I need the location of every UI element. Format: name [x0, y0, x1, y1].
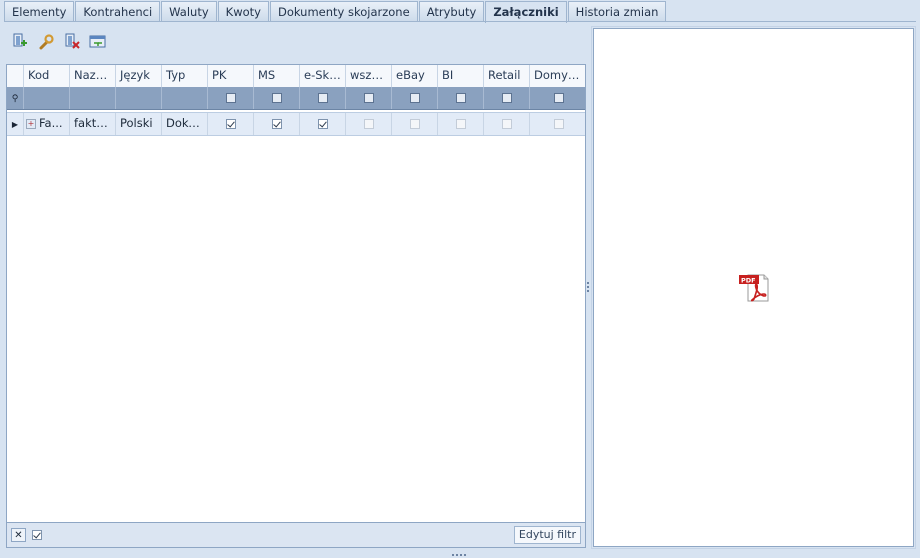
cell-nazwa[interactable]: faktura	[70, 113, 116, 135]
delete-attachment-icon	[64, 33, 80, 54]
filter-cell-wszys[interactable]	[346, 87, 392, 109]
tab-bar: Elementy Kontrahenci Waluty Kwoty Dokume…	[4, 1, 667, 23]
cell-retail	[484, 113, 530, 135]
column-header-nazwa[interactable]: Nazwa	[70, 65, 116, 87]
filter-row-indicator: ⚲	[7, 87, 24, 109]
filter-cell-pk[interactable]	[208, 87, 254, 109]
column-header-ms[interactable]: MS	[254, 65, 300, 87]
vertical-splitter-handle[interactable]	[587, 280, 590, 294]
attachment-preview: PDF	[593, 28, 914, 547]
ebay-checkbox	[409, 118, 420, 129]
close-icon: ✕	[14, 530, 23, 541]
filter-checkbox[interactable]	[409, 92, 420, 103]
retail-checkbox	[501, 118, 512, 129]
column-header-pk[interactable]: PK	[208, 65, 254, 87]
column-header-jezyk[interactable]: Język	[116, 65, 162, 87]
column-header-retail[interactable]: Retail	[484, 65, 530, 87]
table-row[interactable]: ▶ + Fa... faktura Polski Doku...	[7, 112, 585, 136]
cell-wszys	[346, 113, 392, 135]
add-attachment-icon	[12, 33, 28, 54]
filter-cell-retail[interactable]	[484, 87, 530, 109]
tab-kwoty[interactable]: Kwoty	[217, 1, 269, 21]
tab-panel-border	[4, 21, 916, 22]
tab-elementy[interactable]: Elementy	[4, 1, 75, 21]
wrench-icon	[38, 33, 54, 53]
bi-checkbox	[455, 118, 466, 129]
horizontal-splitter-handle[interactable]	[452, 554, 468, 557]
filter-cell-jezyk[interactable]	[116, 87, 162, 109]
cell-domyslny	[530, 113, 585, 135]
filter-checkbox[interactable]	[455, 92, 466, 103]
pdf-file-icon[interactable]: PDF	[738, 273, 770, 303]
filter-cell-typ[interactable]	[162, 87, 208, 109]
filter-pin-icon: ⚲	[11, 94, 19, 104]
filter-checkbox[interactable]	[225, 92, 236, 103]
edit-attachment-button[interactable]	[36, 33, 56, 53]
clear-filter-button[interactable]: ✕	[11, 528, 26, 542]
filter-cell-e-sklep[interactable]	[300, 87, 346, 109]
tab-waluty[interactable]: Waluty	[161, 1, 217, 21]
cell-ebay	[392, 113, 438, 135]
refresh-view-button[interactable]	[88, 33, 108, 53]
column-header-wszys[interactable]: wszys...	[346, 65, 392, 87]
attachments-grid: Kod Nazwa Język Typ PK MS e-Sklep wszys.…	[6, 64, 586, 548]
column-header-kod[interactable]: Kod	[24, 65, 70, 87]
attachments-toolbar	[10, 31, 108, 55]
expand-plus-icon[interactable]: +	[26, 118, 36, 129]
grid-footer: ✕ Edytuj filtr	[6, 522, 586, 548]
column-header-domyslny[interactable]: Domyślny	[530, 65, 585, 87]
filter-cell-nazwa[interactable]	[70, 87, 116, 109]
filter-cell-ms[interactable]	[254, 87, 300, 109]
cell-jezyk[interactable]: Polski	[116, 113, 162, 135]
cell-typ[interactable]: Doku...	[162, 113, 208, 135]
delete-attachment-button[interactable]	[62, 33, 82, 53]
cell-pk[interactable]	[208, 113, 254, 135]
ms-checkbox[interactable]	[271, 118, 282, 129]
cell-kod-value: Fa...	[39, 116, 63, 130]
filter-checkbox[interactable]	[271, 92, 282, 103]
edit-filter-button[interactable]: Edytuj filtr	[513, 526, 581, 544]
column-header-typ[interactable]: Typ	[162, 65, 208, 87]
svg-text:PDF: PDF	[741, 277, 756, 285]
filter-cell-kod[interactable]	[24, 87, 70, 109]
filter-cell-bi[interactable]	[438, 87, 484, 109]
filter-checkbox[interactable]	[363, 92, 374, 103]
wszys-checkbox	[363, 118, 374, 129]
tab-kontrahenci[interactable]: Kontrahenci	[75, 1, 161, 21]
filter-checkbox[interactable]	[501, 92, 512, 103]
filter-enabled-checkbox[interactable]	[32, 530, 42, 540]
filter-cell-ebay[interactable]	[392, 87, 438, 109]
tab-zalaczniki[interactable]: Załączniki	[485, 1, 567, 23]
column-header-ebay[interactable]: eBay	[392, 65, 438, 87]
refresh-view-icon	[89, 34, 107, 53]
tab-historia-zmian[interactable]: Historia zmian	[567, 1, 667, 21]
cell-ms[interactable]	[254, 113, 300, 135]
cell-bi	[438, 113, 484, 135]
row-indicator-header	[7, 65, 24, 87]
row-indicator: ▶	[7, 113, 24, 135]
current-row-arrow-icon: ▶	[11, 120, 19, 129]
tab-dokumenty-skojarzone[interactable]: Dokumenty skojarzone	[269, 1, 418, 21]
cell-kod[interactable]: + Fa...	[24, 113, 70, 135]
filter-row: ⚲	[7, 87, 585, 110]
column-header-e-sklep[interactable]: e-Sklep	[300, 65, 346, 87]
pk-checkbox[interactable]	[225, 118, 236, 129]
filter-checkbox[interactable]	[317, 92, 328, 103]
grid-header: Kod Nazwa Język Typ PK MS e-Sklep wszys.…	[7, 65, 585, 88]
filter-checkbox[interactable]	[553, 92, 564, 103]
column-header-bi[interactable]: BI	[438, 65, 484, 87]
add-attachment-button[interactable]	[10, 33, 30, 53]
filter-cell-domyslny[interactable]	[530, 87, 585, 109]
tab-atrybuty[interactable]: Atrybuty	[418, 1, 485, 21]
e-sklep-checkbox[interactable]	[317, 118, 328, 129]
cell-e-sklep[interactable]	[300, 113, 346, 135]
domyslny-checkbox	[553, 118, 564, 129]
